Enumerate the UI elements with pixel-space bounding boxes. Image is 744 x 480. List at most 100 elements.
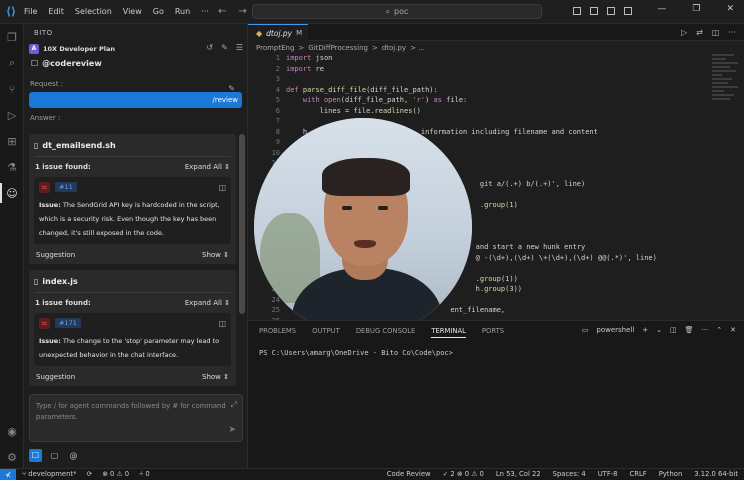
sidebar-scrollbar[interactable]	[239, 134, 245, 314]
suggestion-row[interactable]: Suggestion Show ⇕	[34, 248, 231, 262]
tab-terminal[interactable]: TERMINAL	[431, 327, 466, 338]
toggle-primary-sidebar-icon[interactable]	[573, 7, 581, 15]
bito-icon[interactable]: ☺	[0, 183, 19, 203]
issue-head: ≈ #171 ◫	[39, 317, 226, 329]
tab-ports[interactable]: PORTS	[482, 327, 504, 338]
attach-icon[interactable]: ▢	[48, 449, 61, 462]
split-editor-icon[interactable]: ◫	[712, 28, 720, 37]
indentation[interactable]: Spaces: 4	[553, 470, 586, 478]
copy-icon[interactable]: ◫	[218, 183, 226, 192]
back-arrow-icon[interactable]: ←	[218, 6, 226, 17]
branch-indicator[interactable]: ⑂ development*	[22, 470, 77, 478]
split-terminal-icon[interactable]: ◫	[670, 326, 677, 334]
issue-number[interactable]: #171	[55, 318, 81, 328]
run-debug-icon[interactable]: ▷	[5, 108, 19, 122]
command-center-search[interactable]: ⌕ poc	[252, 4, 542, 19]
line-ending[interactable]: CRLF	[630, 470, 647, 478]
close-button[interactable]: ✕	[726, 4, 734, 14]
chat-icon: ☐	[31, 59, 39, 68]
menu-edit[interactable]: Edit	[48, 7, 64, 16]
menu-selection[interactable]: Selection	[75, 7, 112, 16]
new-terminal-icon[interactable]: +	[642, 326, 648, 334]
menu-file[interactable]: File	[24, 7, 37, 16]
testing-icon[interactable]: ⚗	[5, 160, 19, 174]
sync-icon[interactable]: ⟳	[87, 470, 93, 478]
ports-indicator[interactable]: ⑃ 0	[139, 470, 150, 478]
new-chat-icon[interactable]: ✎	[221, 43, 228, 52]
card-filename: dt_emailsend.sh	[42, 140, 116, 150]
show-button[interactable]: Show ⇕	[202, 251, 229, 259]
chat-tools: ☐ ▢ @	[29, 449, 80, 462]
code-line: import json	[286, 54, 333, 62]
maximize-button[interactable]: ❐	[692, 4, 700, 14]
tab-problems[interactable]: PROBLEMS	[259, 327, 296, 338]
trash-icon[interactable]: 🗑	[685, 326, 694, 334]
vscode-logo-icon: ⟨⟩	[5, 5, 17, 18]
menu-run[interactable]: Run	[175, 7, 190, 16]
minimap[interactable]	[712, 54, 740, 114]
language-mode[interactable]: Python	[659, 470, 683, 478]
diff-icon[interactable]: ⇄	[696, 28, 703, 37]
problems-indicator[interactable]: ⊗ 0 ⚠ 0	[102, 470, 129, 478]
history-icon[interactable]: ↺	[206, 43, 213, 52]
search-icon[interactable]: ⌕	[5, 56, 19, 70]
python-interpreter[interactable]: 3.12.0 64-bit	[694, 470, 738, 478]
menu-more[interactable]: ···	[201, 7, 209, 16]
file-icon: ▯	[34, 276, 39, 286]
more-icon[interactable]: ☰	[236, 43, 243, 52]
send-icon[interactable]: ➤	[228, 425, 236, 436]
copy-icon[interactable]: ◫	[218, 319, 226, 328]
chat-mode-icon[interactable]: ☐	[29, 449, 42, 462]
menu-view[interactable]: View	[123, 7, 142, 16]
sidebar-header: BITO	[34, 28, 53, 37]
severity-icon: ≈	[39, 317, 50, 329]
close-panel-icon[interactable]: ✕	[730, 326, 736, 334]
source-control-icon[interactable]: ⑂	[5, 82, 19, 96]
breadcrumb-folder[interactable]: GitDiffProcessing	[308, 44, 368, 52]
run-icon[interactable]: ▷	[681, 28, 687, 37]
forward-arrow-icon[interactable]: →	[238, 6, 246, 17]
encoding[interactable]: UTF-8	[598, 470, 618, 478]
checks-indicator[interactable]: ✓ 2 ⊗ 0 ⚠ 0	[443, 470, 484, 478]
issue-text: Issue: The SendGrid API key is hardcoded…	[39, 201, 220, 237]
expand-all-button[interactable]: Expand All ⇕	[185, 163, 230, 171]
remote-indicator[interactable]: ⊀	[0, 469, 16, 480]
suggestion-row[interactable]: Suggestion Show ⇕	[34, 370, 231, 384]
shell-name[interactable]: powershell	[596, 326, 634, 334]
account-icon[interactable]: ◉	[5, 424, 19, 438]
edit-request-icon[interactable]: ✎	[228, 84, 235, 93]
chat-input[interactable]: Type / for agent commands followed by # …	[29, 394, 243, 442]
tab-dtoj-py[interactable]: ◆ dtoj.py M	[248, 24, 308, 41]
expand-all-button[interactable]: Expand All ⇕	[185, 299, 230, 307]
extensions-icon[interactable]: ⊞	[5, 134, 19, 148]
minimize-button[interactable]: —	[657, 4, 666, 14]
issue-number[interactable]: #11	[55, 182, 77, 192]
toggle-panel-icon[interactable]	[590, 7, 598, 15]
tab-debug-console[interactable]: DEBUG CONSOLE	[356, 327, 416, 338]
webcam-overlay	[254, 118, 472, 336]
breadcrumb-folder[interactable]: PromptEng	[256, 44, 294, 52]
more-actions-icon[interactable]: ···	[728, 28, 736, 37]
python-file-icon: ◆	[256, 28, 263, 38]
cursor-position[interactable]: Ln 53, Col 22	[496, 470, 541, 478]
layout-toggles	[573, 7, 632, 15]
settings-gear-icon[interactable]: ⚙	[5, 450, 19, 464]
show-button[interactable]: Show ⇕	[202, 373, 229, 381]
chevron-down-icon[interactable]: ⌄	[656, 326, 662, 334]
explorer-icon[interactable]: ❐	[5, 30, 19, 44]
customize-layout-icon[interactable]	[624, 7, 632, 15]
terminal-output[interactable]: PS C:\Users\amarg\OneDrive - Bito Co\Cod…	[259, 349, 457, 357]
mention-icon[interactable]: @	[67, 449, 80, 462]
tab-output[interactable]: OUTPUT	[312, 327, 340, 338]
menu-go[interactable]: Go	[153, 7, 164, 16]
expand-input-icon[interactable]: ⤢	[231, 399, 237, 410]
breadcrumb-file[interactable]: dtoj.py	[382, 44, 406, 52]
review-card: ▯ dt_emailsend.sh 1 issue found: Expand …	[29, 134, 236, 264]
maximize-panel-icon[interactable]: ⌃	[716, 326, 722, 334]
toggle-secondary-sidebar-icon[interactable]	[607, 7, 615, 15]
code-line: import re	[286, 64, 324, 73]
more-icon[interactable]: ···	[702, 326, 709, 334]
issue-head: ≈ #11 ◫	[39, 181, 226, 193]
editor-actions: ▷ ⇄ ◫ ···	[681, 28, 736, 37]
code-review-indicator[interactable]: Code Review	[387, 470, 431, 478]
